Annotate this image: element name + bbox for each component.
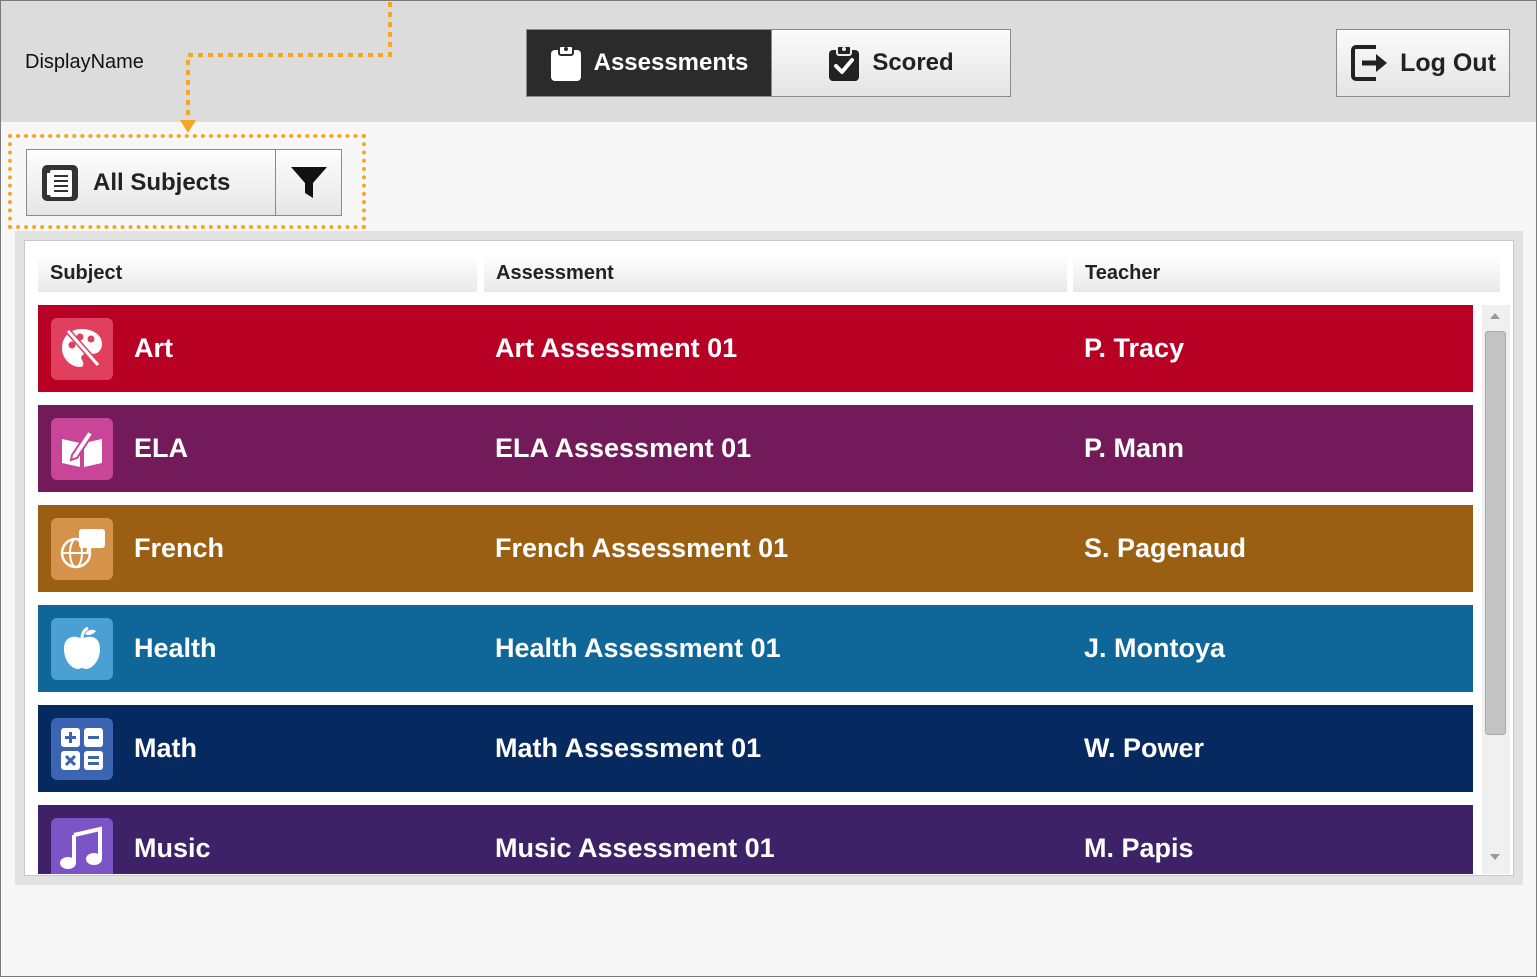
book-pencil-icon <box>51 418 113 480</box>
scrollbar-thumb[interactable] <box>1485 331 1506 735</box>
globe-speech-icon <box>51 518 113 580</box>
row-assessment: French Assessment 01 <box>495 533 789 563</box>
annotation-connector <box>180 2 392 133</box>
table-row[interactable]: Art Art Assessment 01 P. Tracy <box>38 305 1473 392</box>
table-row[interactable]: Music Music Assessment 01 M. Papis <box>38 805 1473 874</box>
column-header-assessment[interactable]: Assessment <box>484 255 1067 292</box>
row-assessment: ELA Assessment 01 <box>495 433 752 463</box>
row-subject: Music <box>134 833 211 863</box>
palette-brush-icon <box>51 318 113 380</box>
tab-assessments[interactable]: Assessments <box>527 30 771 96</box>
row-assessment: Music Assessment 01 <box>495 833 775 863</box>
logout-button[interactable]: Log Out <box>1336 29 1510 97</box>
view-toggle: Assessments Scored <box>526 29 1011 97</box>
apple-icon <box>51 618 113 680</box>
filter-button[interactable] <box>275 150 341 215</box>
row-teacher: S. Pagenaud <box>1084 533 1247 563</box>
clipboard-icon <box>550 45 581 81</box>
scroll-down-arrow-icon[interactable] <box>1488 852 1502 862</box>
scroll-up-arrow-icon[interactable] <box>1488 311 1502 321</box>
row-assessment: Math Assessment 01 <box>495 733 762 763</box>
list-document-icon <box>42 164 78 201</box>
music-note-icon <box>51 818 113 874</box>
logout-icon <box>1351 45 1388 81</box>
calculator-icon <box>51 718 113 780</box>
table-row[interactable]: Math Math Assessment 01 W. Power <box>38 705 1473 792</box>
table-row[interactable]: ELA ELA Assessment 01 P. Mann <box>38 405 1473 492</box>
table-row[interactable]: Health Health Assessment 01 J. Montoya <box>38 605 1473 692</box>
row-teacher: J. Montoya <box>1084 633 1226 663</box>
row-subject: French <box>134 533 225 563</box>
tab-scored-label: Scored <box>872 49 954 76</box>
column-header-subject[interactable]: Subject <box>38 255 477 292</box>
row-teacher: W. Power <box>1084 733 1205 763</box>
subject-filter: All Subjects <box>26 149 342 216</box>
row-subject: Health <box>134 633 217 663</box>
table-body: Art Art Assessment 01 P. Tracy ELA ELA A… <box>38 305 1474 874</box>
row-teacher: M. Papis <box>1084 833 1194 863</box>
funnel-icon <box>290 166 327 198</box>
subject-filter-label: All Subjects <box>93 168 231 196</box>
row-teacher: P. Mann <box>1084 433 1185 463</box>
tab-assessments-label: Assessments <box>593 49 749 76</box>
column-header-teacher[interactable]: Teacher <box>1073 255 1500 292</box>
tab-scored[interactable]: Scored <box>771 30 1010 96</box>
subject-filter-dropdown[interactable]: All Subjects <box>27 150 275 215</box>
row-assessment: Health Assessment 01 <box>495 633 781 663</box>
clipboard-check-icon <box>829 45 860 81</box>
row-assessment: Art Assessment 01 <box>495 333 738 363</box>
row-teacher: P. Tracy <box>1084 333 1185 363</box>
row-subject: ELA <box>134 433 188 463</box>
row-subject: Math <box>134 733 197 763</box>
logout-label: Log Out <box>1400 48 1496 77</box>
row-subject: Art <box>134 333 173 363</box>
table-row[interactable]: French French Assessment 01 S. Pagenaud <box>38 505 1473 592</box>
